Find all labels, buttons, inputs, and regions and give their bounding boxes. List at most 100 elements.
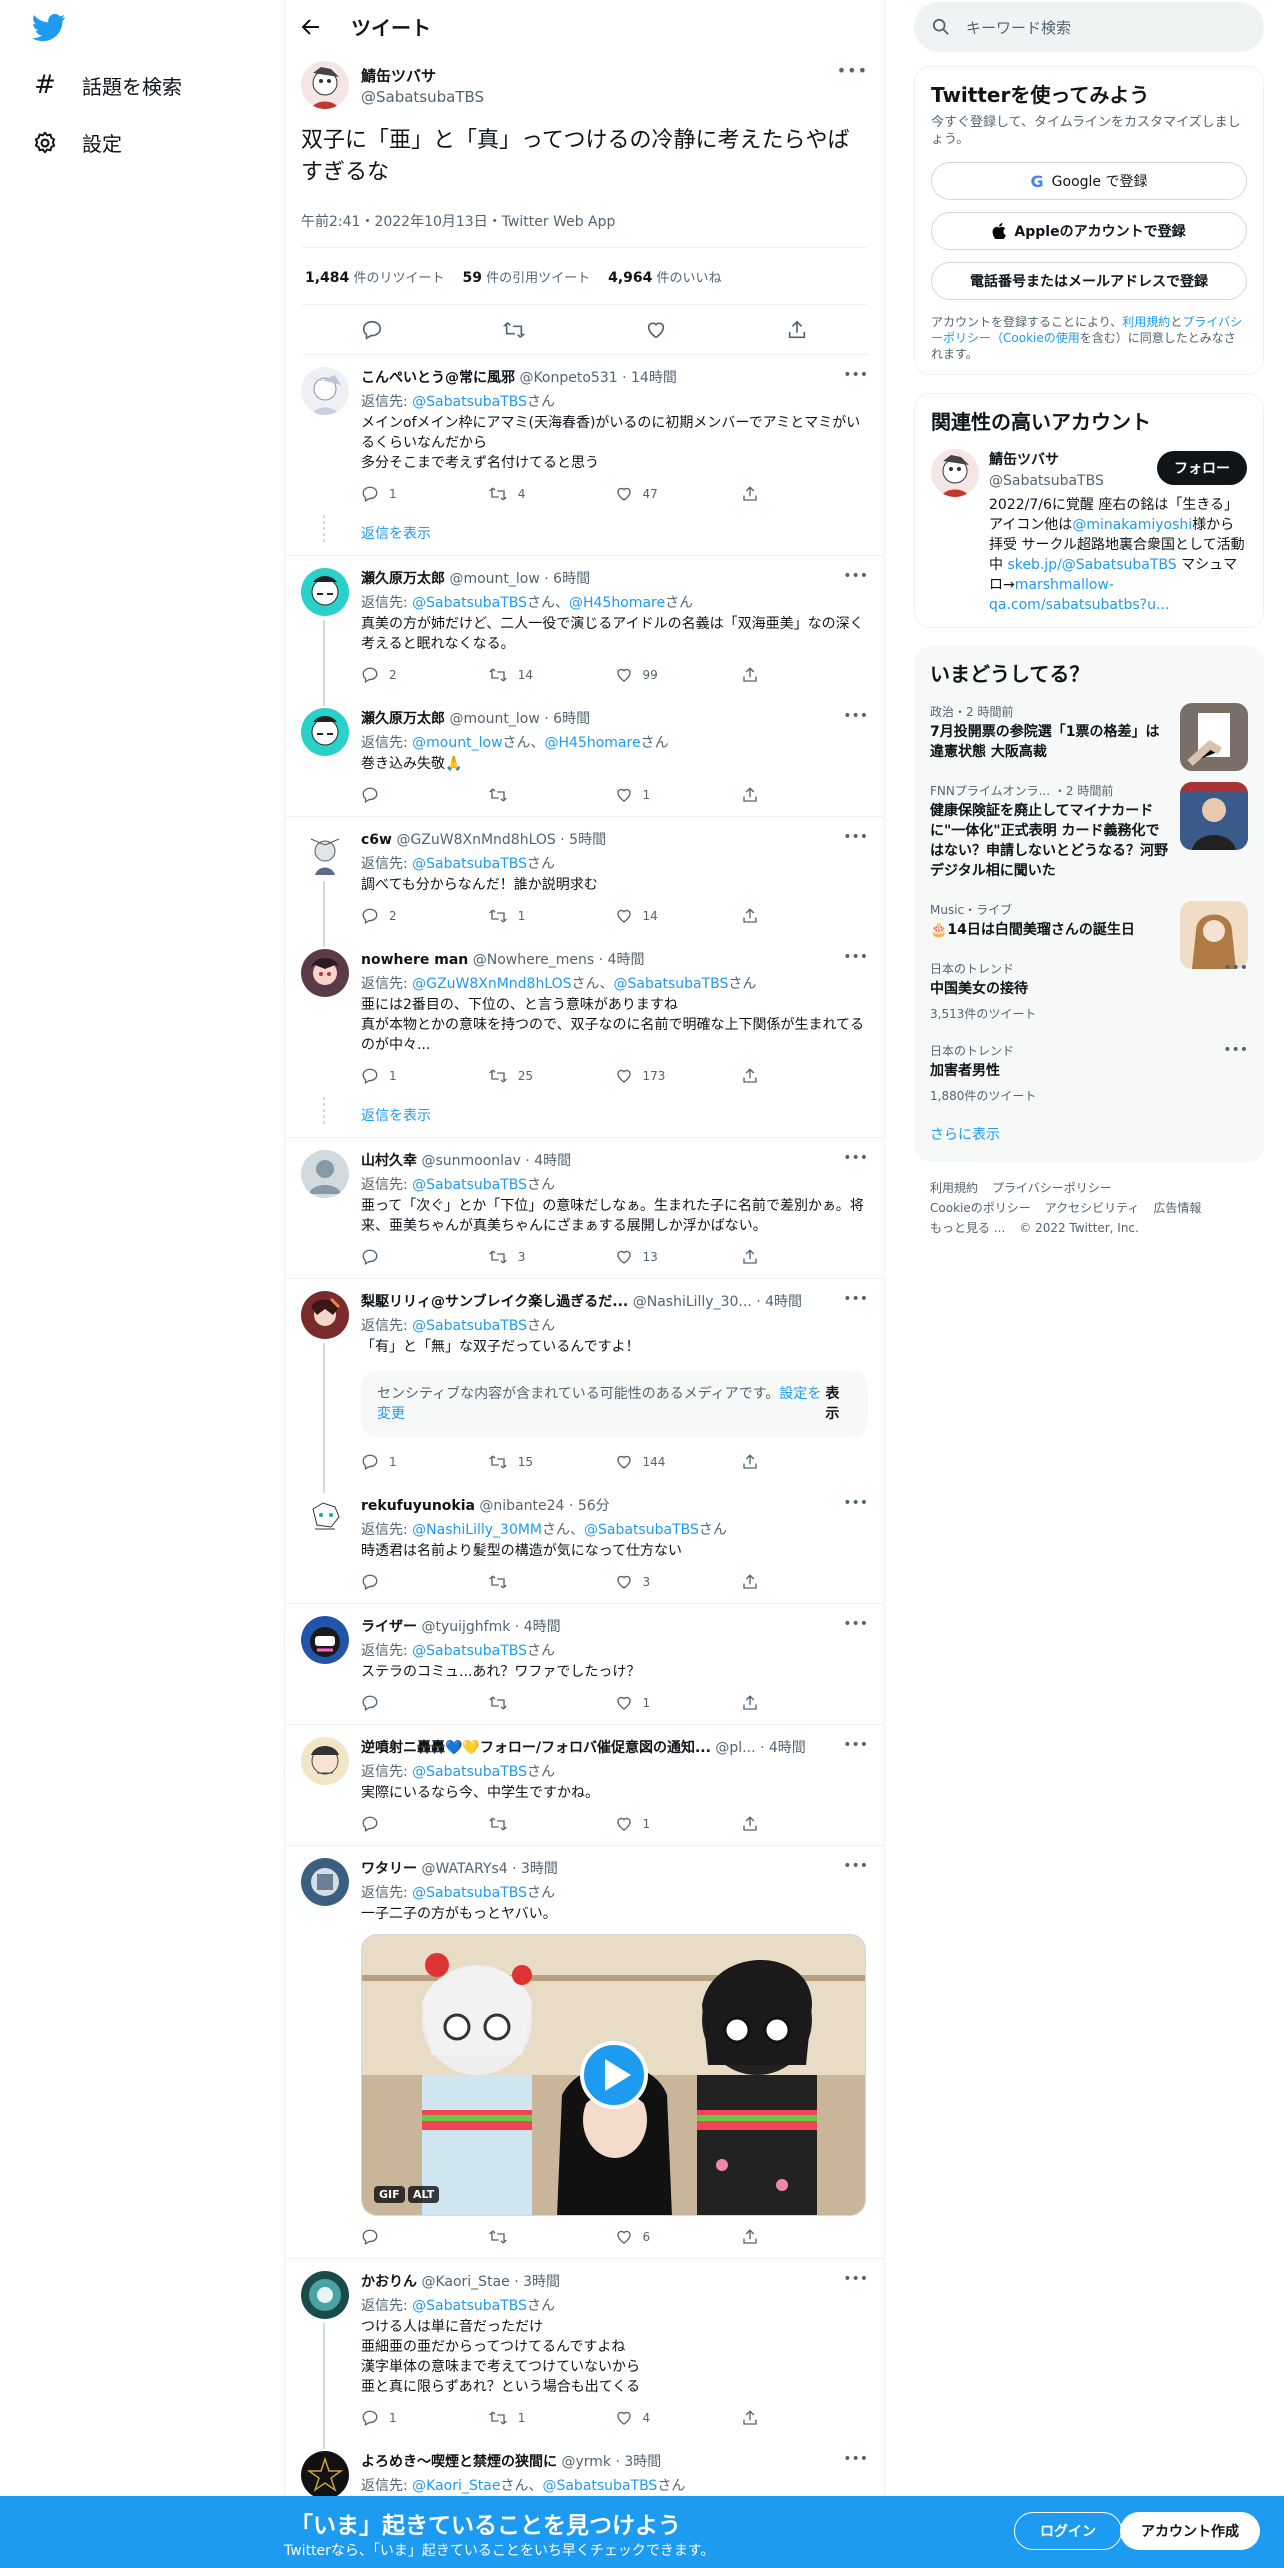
terms-link[interactable]: 利用規約: [1122, 315, 1170, 329]
avatar[interactable]: [301, 1150, 349, 1198]
alt-badge[interactable]: ALT: [408, 2186, 440, 2203]
reply-time[interactable]: 3時間: [624, 2454, 661, 2470]
reply-tweet[interactable]: かおりん @Kaori_Stae · 3時間 ••• 返信先: @Sabatsuba…: [285, 2259, 884, 2439]
reply-button[interactable]: 1: [361, 2409, 488, 2427]
mention-link[interactable]: @H45homare: [569, 595, 665, 611]
bio-link[interactable]: skeb.jp/@SabatsubaTBS: [1007, 557, 1176, 573]
reply-icon[interactable]: [361, 319, 383, 341]
follow-button[interactable]: フォロー: [1157, 451, 1247, 485]
mention-link[interactable]: @SabatsubaTBS: [412, 856, 527, 872]
reply-author-handle[interactable]: @tyuijghfmk: [421, 1619, 510, 1635]
reply-button[interactable]: 1: [361, 1067, 488, 1085]
reply-tweet[interactable]: 逆噴射ニ轟轟💙💛フォロー/フォロバ催促意図の通知... @pl... · 4時間…: [285, 1725, 884, 1845]
reply-author-name[interactable]: ライザー: [361, 1619, 417, 1635]
reply-author-name[interactable]: c6w: [361, 832, 392, 848]
footer-link[interactable]: © 2022 Twitter, Inc.: [1019, 1221, 1139, 1235]
like-button[interactable]: 144: [615, 1453, 742, 1471]
more-options-icon[interactable]: •••: [843, 829, 868, 845]
share-icon[interactable]: [786, 319, 808, 341]
search-bar[interactable]: キーワード検索: [914, 2, 1264, 52]
reply-author-name[interactable]: nowhere man: [361, 952, 468, 968]
footer-link[interactable]: もっと見る ...: [930, 1221, 1005, 1235]
avatar[interactable]: [301, 1737, 349, 1785]
quote-count[interactable]: 59 件の引用ツイート: [462, 267, 590, 286]
reply-author-handle[interactable]: @Konpeto531: [519, 370, 617, 386]
focal-author-handle[interactable]: @SabatsubaTBS: [361, 88, 484, 106]
footer-link[interactable]: 広告情報: [1153, 1201, 1201, 1215]
focal-author-name[interactable]: 鯖缶ツバサ: [361, 65, 484, 86]
reply-button[interactable]: [361, 1815, 488, 1833]
like-button[interactable]: 173: [615, 1067, 742, 1085]
bio-link[interactable]: @minakamiyoshi: [1072, 517, 1192, 533]
more-options-icon[interactable]: •••: [837, 61, 868, 80]
more-options-icon[interactable]: •••: [843, 1737, 868, 1753]
more-options-icon[interactable]: •••: [1223, 960, 1248, 976]
reply-author-handle[interactable]: @nibante24: [479, 1498, 564, 1514]
reply-tweet[interactable]: 山村久幸 @sunmoonlav · 4時間 ••• 返信先: @Sabatsuba…: [285, 1138, 884, 1278]
signup-button[interactable]: アカウント作成: [1120, 2512, 1260, 2550]
share-button[interactable]: [741, 1067, 868, 1085]
reply-button[interactable]: 1: [361, 485, 488, 503]
reply-tweet[interactable]: c6w @GZuW8XnMnd8hLOS · 5時間 ••• 返信先: @Sabat…: [285, 817, 884, 937]
reply-author-name[interactable]: こんぺいとう@常に風邪: [361, 370, 515, 386]
trend-thumbnail[interactable]: [1180, 782, 1248, 850]
avatar[interactable]: [931, 449, 979, 497]
retweet-button[interactable]: [488, 2228, 615, 2246]
login-button[interactable]: ログイン: [1014, 2512, 1122, 2550]
reply-time[interactable]: 4時間: [769, 1740, 806, 1756]
twitter-logo-icon[interactable]: [32, 14, 66, 42]
reply-time[interactable]: 3時間: [523, 2274, 560, 2290]
apple-signup-button[interactable]: Appleのアカウントで登録: [931, 212, 1247, 250]
search-input[interactable]: キーワード検索: [966, 17, 1071, 38]
mention-link[interactable]: @SabatsubaTBS: [614, 976, 729, 992]
reply-author-handle[interactable]: @mount_low: [449, 711, 539, 727]
like-button[interactable]: 14: [615, 907, 742, 925]
avatar[interactable]: [301, 1291, 349, 1339]
back-arrow-icon[interactable]: [301, 17, 321, 37]
reply-button[interactable]: 2: [361, 666, 488, 684]
reply-author-handle[interactable]: @yrmk: [561, 2454, 611, 2470]
avatar[interactable]: [301, 829, 349, 877]
reply-tweet[interactable]: nowhere man @Nowhere_mens · 4時間 ••• 返信先: @…: [285, 937, 884, 1097]
reply-button[interactable]: 2: [361, 907, 488, 925]
avatar[interactable]: [301, 61, 349, 109]
mention-link[interactable]: @SabatsubaTBS: [412, 1764, 527, 1780]
retweet-button[interactable]: [488, 1573, 615, 1591]
share-button[interactable]: [741, 1248, 868, 1266]
reply-author-name[interactable]: 逆噴射ニ轟轟💙💛フォロー/フォロバ催促意図の通知...: [361, 1740, 711, 1756]
share-button[interactable]: [741, 786, 868, 804]
show-media-button[interactable]: 表示: [825, 1384, 852, 1424]
trend-item[interactable]: 政治・2 時間前 7月投開票の参院選「1票の格差」は違憲状態 大阪高裁: [914, 693, 1264, 772]
share-button[interactable]: [741, 907, 868, 925]
more-options-icon[interactable]: •••: [843, 2271, 868, 2287]
retweet-button[interactable]: 4: [488, 485, 615, 503]
retweet-button[interactable]: 1: [488, 907, 615, 925]
reply-button[interactable]: [361, 786, 488, 804]
avatar[interactable]: [301, 708, 349, 756]
retweet-button[interactable]: 14: [488, 666, 615, 684]
mention-link[interactable]: @SabatsubaTBS: [412, 2298, 527, 2314]
reply-tweet[interactable]: ワタリー @WATARYs4 · 3時間 ••• 返信先: @SabatsubaTB…: [285, 1846, 884, 2258]
mention-link[interactable]: @H45homare: [545, 735, 641, 751]
retweet-button[interactable]: 3: [488, 1248, 615, 1266]
reply-author-name[interactable]: かおりん: [361, 2274, 417, 2290]
avatar[interactable]: [301, 1616, 349, 1664]
more-options-icon[interactable]: •••: [1223, 1042, 1248, 1058]
nav-explore[interactable]: # 話題を検索: [32, 70, 182, 100]
share-button[interactable]: [741, 666, 868, 684]
reply-author-handle[interactable]: @sunmoonlav: [421, 1153, 520, 1169]
mention-link[interactable]: @SabatsubaTBS: [412, 1885, 527, 1901]
avatar[interactable]: [301, 1495, 349, 1543]
like-button[interactable]: 3: [615, 1573, 742, 1591]
reply-author-handle[interactable]: @GZuW8XnMnd8hLOS: [396, 832, 555, 848]
reply-tweet[interactable]: 瀬久原万太郎 @mount_low · 6時間 ••• 返信先: @mount_lo…: [285, 696, 884, 816]
reply-author-handle[interactable]: @NashiLilly_30...: [633, 1294, 752, 1310]
avatar[interactable]: [301, 949, 349, 997]
like-button[interactable]: 1: [615, 1694, 742, 1712]
reply-time[interactable]: 6時間: [553, 571, 590, 587]
mention-link[interactable]: @SabatsubaTBS: [412, 394, 527, 410]
mention-link[interactable]: @Kaori_Stae: [412, 2478, 500, 2494]
reply-author-handle[interactable]: @Nowhere_mens: [473, 952, 594, 968]
more-options-icon[interactable]: •••: [843, 708, 868, 724]
mention-link[interactable]: @SabatsubaTBS: [412, 1643, 527, 1659]
